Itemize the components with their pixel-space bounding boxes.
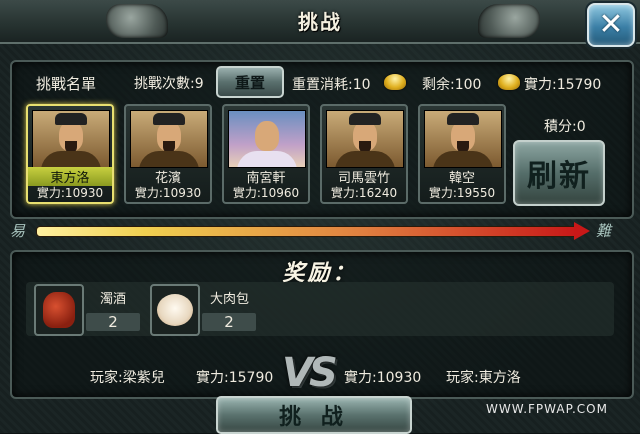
opponent-power: 實力:19550 <box>428 186 496 200</box>
opponent-portrait <box>326 110 404 168</box>
opponent-portrait <box>130 110 208 168</box>
wine-jar-icon <box>43 292 75 328</box>
opponent-portrait <box>32 110 110 168</box>
remaining-count: 剩余:100 <box>422 77 482 93</box>
page-title: 挑战 <box>298 10 342 34</box>
challenge-fight-button[interactable]: 挑 战 <box>216 396 412 434</box>
reward-item-count: 2 <box>202 313 256 331</box>
opponent-power-versus: 實力:10930 <box>344 370 422 386</box>
difficulty-easy-label: 易 <box>10 222 26 240</box>
opponent-power: 實力:10930 <box>134 186 202 200</box>
reset-cost: 重置消耗:10 <box>292 77 371 93</box>
reward-item-count: 2 <box>86 313 140 331</box>
opponent-player-name: 玩家:東方洛 <box>446 370 521 386</box>
opponent-card[interactable]: 韓空 實力:19550 <box>418 104 506 204</box>
opponent-card[interactable]: 南宮軒 實力:10960 <box>222 104 310 204</box>
versus-label: VS <box>282 350 338 396</box>
refresh-button[interactable]: 刷新 <box>513 140 605 206</box>
difficulty-hard-label: 難 <box>596 222 612 240</box>
gold-ingot-icon <box>498 74 520 90</box>
watermark: WWW.FPWAP.COM <box>486 402 608 416</box>
meat-bun-icon <box>157 294 193 326</box>
opponent-portrait <box>228 110 306 168</box>
reward-item[interactable] <box>34 284 84 336</box>
opponent-card[interactable]: 東方洛 實力:10930 <box>26 104 114 204</box>
opponent-power: 實力:16240 <box>330 186 398 200</box>
player-name: 玩家:梁紫兒 <box>90 370 165 386</box>
reward-item[interactable] <box>150 284 200 336</box>
player-power: 實力:15790 <box>524 77 602 93</box>
opponent-power: 實力:10960 <box>232 186 300 200</box>
opponent-power: 實力:10930 <box>36 186 104 200</box>
close-button[interactable]: ✕ <box>587 3 635 47</box>
reward-item-name: 大肉包 <box>210 292 250 307</box>
gold-ingot-icon <box>384 74 406 90</box>
challenge-count: 挑戰次數:9 <box>134 76 204 92</box>
arrow-right-icon <box>574 222 590 240</box>
opponent-card[interactable]: 司馬雲竹 實力:16240 <box>320 104 408 204</box>
reward-item-name: 濁酒 <box>100 292 127 307</box>
score-value: 積分:0 <box>544 119 586 135</box>
player-power-versus: 實力:15790 <box>196 370 274 386</box>
reset-button[interactable]: 重置 <box>216 66 284 98</box>
opponent-portrait <box>424 110 502 168</box>
opponent-card[interactable]: 花濱 實力:10930 <box>124 104 212 204</box>
difficulty-bar <box>36 226 578 237</box>
challenge-list-heading: 挑戰名單 <box>36 75 97 93</box>
